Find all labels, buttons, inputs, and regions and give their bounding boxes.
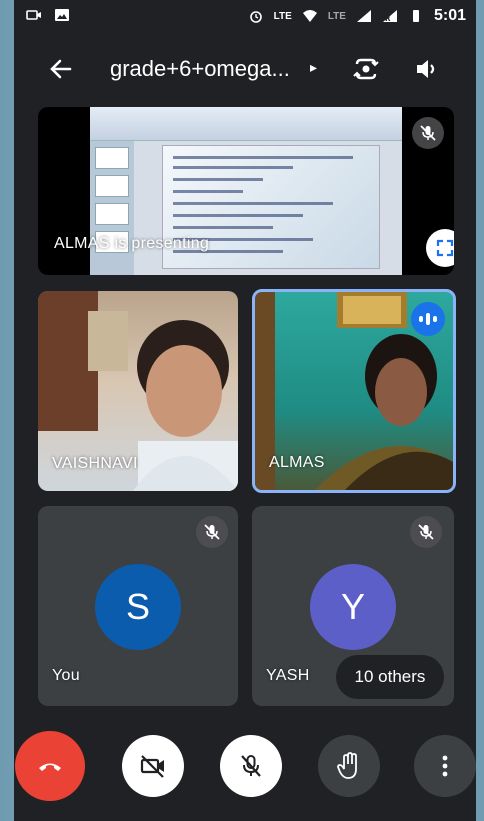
meeting-details-caret-icon[interactable]: ▸ (310, 59, 317, 76)
volte-label: LTE (273, 10, 292, 22)
presenting-label: ALMAS is presenting (54, 235, 210, 252)
switch-camera-icon[interactable] (352, 55, 380, 83)
clock: 5:01 (433, 7, 466, 24)
slide-toolbar (90, 107, 402, 141)
battery-icon (412, 10, 419, 22)
svg-text:R: R (385, 15, 391, 23)
slide-thumbnail (95, 147, 129, 169)
avatar: S (95, 564, 181, 650)
end-call-icon (39, 763, 61, 771)
speaking-indicator-icon (411, 302, 445, 336)
avatar: Y (310, 564, 396, 650)
others-count-button[interactable]: 10 others (336, 655, 444, 699)
status-bar: LTE LTE R 5:01 (14, 0, 476, 34)
participant-name: VAISHNAVI (52, 455, 138, 472)
speaker-icon[interactable] (414, 56, 440, 82)
mic-off-icon (412, 117, 444, 149)
signal-roaming-icon: R (382, 10, 397, 23)
mic-off-icon (241, 755, 261, 777)
wifi-icon (302, 10, 317, 22)
raise-hand-button[interactable] (318, 735, 380, 797)
mic-off-icon (410, 516, 442, 548)
more-options-button[interactable] (414, 735, 476, 797)
slide-thumbnails (90, 141, 134, 275)
fullscreen-icon[interactable] (426, 229, 454, 267)
signal-icon (356, 10, 371, 22)
more-vert-icon (442, 755, 448, 777)
alarm-icon (249, 11, 262, 23)
meeting-top-bar: grade+6+omega... ▸ (14, 44, 476, 92)
image-icon (55, 9, 69, 21)
participant-name: You (52, 667, 80, 684)
video-record-icon (26, 10, 41, 20)
slide-thumbnail (95, 203, 129, 225)
raise-hand-icon (337, 752, 357, 779)
camera-off-icon (140, 755, 164, 778)
participant-tile-vaishnavi[interactable]: VAISHNAVI (38, 291, 238, 491)
end-call-button[interactable] (15, 731, 85, 801)
mic-off-icon (196, 516, 228, 548)
presentation-tile[interactable]: ALMAS is presenting (38, 107, 454, 275)
lte-label: LTE (327, 10, 346, 22)
phone-screen: LTE LTE R 5:01 grade+6+omega... ▸ ALMAS … (14, 0, 476, 821)
participant-tile-you[interactable]: S You (38, 506, 238, 706)
back-arrow-icon[interactable] (48, 56, 74, 82)
slide-thumbnail (95, 175, 129, 197)
mic-toggle-button[interactable] (220, 735, 282, 797)
meeting-title[interactable]: grade+6+omega... (110, 56, 290, 82)
screen-background: LTE LTE R 5:01 grade+6+omega... ▸ ALMAS … (0, 0, 484, 821)
participant-tile-yash[interactable]: Y YASH 10 others (252, 506, 454, 706)
participant-name: ALMAS (269, 454, 325, 471)
participant-tile-almas[interactable]: ALMAS (252, 289, 456, 493)
participant-name: YASH (266, 667, 310, 684)
camera-toggle-button[interactable] (122, 735, 184, 797)
